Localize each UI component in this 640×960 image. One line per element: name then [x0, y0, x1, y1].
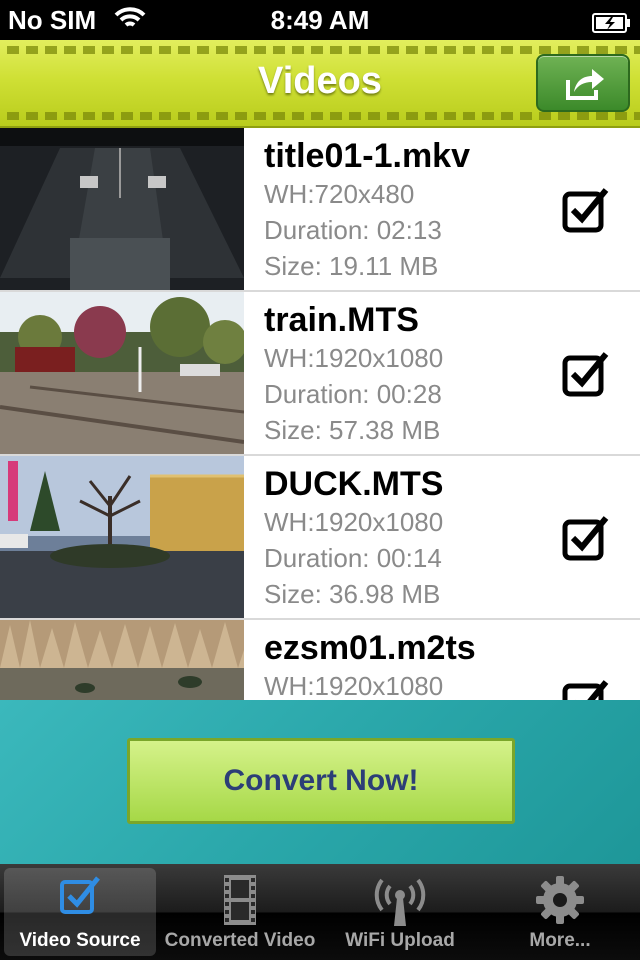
checkbox-icon[interactable]: [562, 514, 610, 562]
tab-wifi-upload[interactable]: WiFi Upload: [324, 868, 476, 956]
film-strip-decoration: [0, 112, 640, 120]
checkbox-icon[interactable]: [562, 350, 610, 398]
video-thumbnail: [0, 620, 244, 700]
clock: 8:49 AM: [270, 5, 370, 35]
tab-label: More...: [529, 930, 591, 951]
share-icon: [566, 69, 604, 100]
share-button[interactable]: [536, 54, 630, 112]
video-name: DUCK.MTS: [264, 465, 444, 503]
gear-icon: [534, 874, 586, 931]
film-strip-decoration: [0, 46, 640, 54]
video-thumbnail: [0, 292, 244, 454]
video-list[interactable]: title01-1.mkv WH:720x480 Duration: 02:13…: [0, 128, 640, 700]
tab-label: Converted Video: [164, 930, 316, 951]
video-row[interactable]: title01-1.mkv WH:720x480 Duration: 02:13…: [0, 128, 640, 292]
convert-panel: Convert Now!: [0, 700, 640, 864]
video-size: Size: 57.38 MB: [264, 415, 441, 445]
video-thumbnail: [0, 456, 244, 618]
tab-video-source[interactable]: Video Source: [4, 868, 156, 956]
tab-label: Video Source: [19, 930, 141, 951]
video-row[interactable]: ezsm01.m2ts WH:1920x1080: [0, 620, 640, 700]
video-name: ezsm01.m2ts: [264, 629, 476, 667]
film-icon: [220, 874, 260, 931]
wifi-tower-icon: [372, 874, 428, 931]
tab-bar: Video Source Converted Video WiFi Upload…: [0, 864, 640, 960]
video-duration: Duration: 02:13: [264, 215, 442, 245]
video-duration: Duration: 00:28: [264, 379, 442, 409]
video-dimensions: WH:1920x1080: [264, 671, 444, 700]
tab-converted-video[interactable]: Converted Video: [164, 868, 316, 956]
video-duration: Duration: 00:14: [264, 543, 442, 573]
video-row[interactable]: DUCK.MTS WH:1920x1080 Duration: 00:14 Si…: [0, 456, 640, 620]
nav-bar: Videos: [0, 40, 640, 128]
video-thumbnail: [0, 128, 244, 290]
video-dimensions: WH:1920x1080: [264, 343, 444, 373]
status-bar: No SIM 8:49 AM: [0, 0, 640, 40]
video-size: Size: 19.11 MB: [264, 251, 439, 281]
tab-more[interactable]: More...: [484, 868, 636, 956]
convert-now-button[interactable]: Convert Now!: [127, 738, 515, 824]
video-dimensions: WH:1920x1080: [264, 507, 444, 537]
checkbox-icon: [58, 874, 102, 923]
video-name: train.MTS: [264, 301, 419, 339]
video-name: title01-1.mkv: [264, 137, 470, 175]
checkbox-icon[interactable]: [562, 678, 610, 700]
video-dimensions: WH:720x480: [264, 179, 415, 209]
checkbox-icon[interactable]: [562, 186, 610, 234]
battery-icon: [592, 9, 632, 40]
video-row[interactable]: train.MTS WH:1920x1080 Duration: 00:28 S…: [0, 292, 640, 456]
tab-label: WiFi Upload: [345, 930, 455, 951]
video-size: Size: 36.98 MB: [264, 579, 441, 609]
